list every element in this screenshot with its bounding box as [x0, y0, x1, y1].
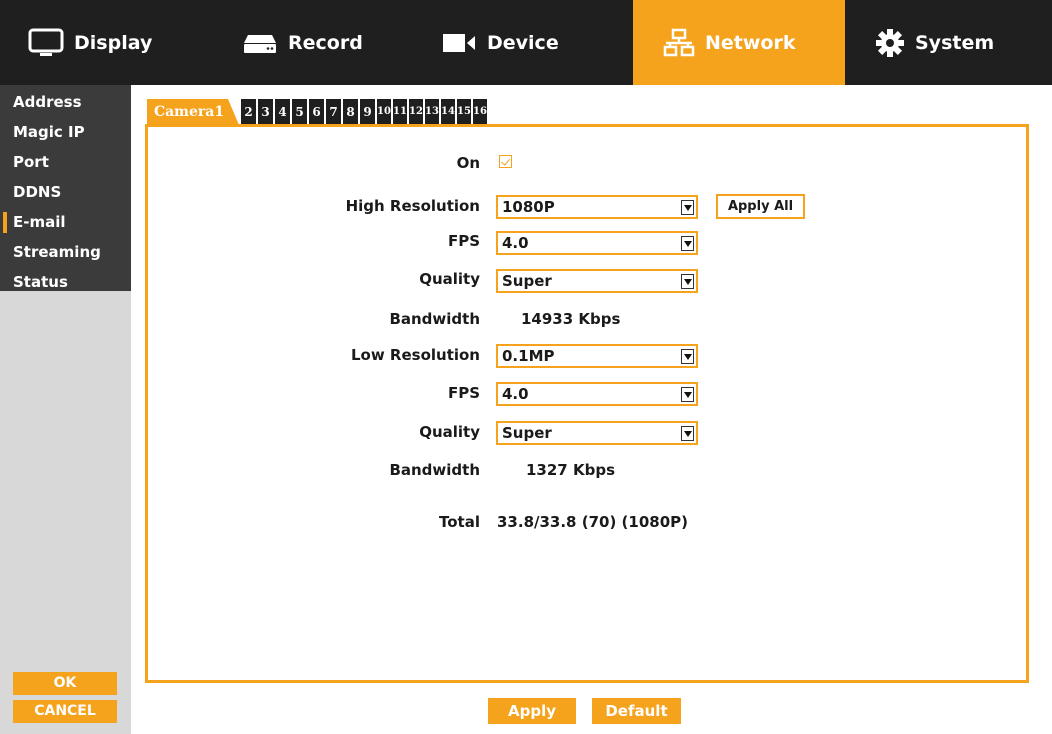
tab-display-label: Display	[74, 31, 153, 54]
high-fps-label: FPS	[447, 232, 480, 250]
sidebar-item-streaming[interactable]: Streaming	[0, 237, 131, 267]
low-fps-select[interactable]: 4.0	[496, 382, 698, 406]
tab-camera-13[interactable]: 13	[425, 99, 439, 125]
high-quality-select[interactable]: Super	[496, 269, 698, 293]
sidebar-item-magic-ip[interactable]: Magic IP	[0, 117, 131, 147]
tab-camera-12[interactable]: 12	[409, 99, 423, 125]
high-quality-value: Super	[502, 272, 552, 290]
tab-record-label: Record	[288, 31, 363, 54]
tab-camera-9[interactable]: 9	[360, 99, 375, 125]
tab-camera-14[interactable]: 14	[441, 99, 455, 125]
tab-camera-5[interactable]: 5	[292, 99, 307, 125]
tab-network[interactable]: Network	[633, 0, 845, 85]
tab-device-label: Device	[487, 31, 559, 54]
sidebar-item-port[interactable]: Port	[0, 147, 131, 177]
sidebar-item-address[interactable]: Address	[0, 87, 131, 117]
apply-button[interactable]: Apply	[488, 698, 576, 724]
low-fps-label: FPS	[447, 384, 480, 402]
camera-icon	[441, 31, 477, 55]
chevron-down-icon	[681, 274, 694, 289]
tab-camera-6[interactable]: 6	[309, 99, 324, 125]
tab-camera-8[interactable]: 8	[343, 99, 358, 125]
total-label: Total	[439, 513, 480, 531]
sidebar: Address Magic IP Port DDNS E-mail Stream…	[0, 85, 131, 291]
cancel-button[interactable]: CANCEL	[13, 700, 117, 723]
camera-tabs: Camera1 2 3 4 5 6 7 8 9 10 11 12 13 14 1…	[147, 98, 489, 125]
gear-icon	[875, 28, 905, 58]
high-fps-select[interactable]: 4.0	[496, 231, 698, 255]
low-bandwidth-label: Bandwidth	[389, 461, 480, 479]
tab-device[interactable]: Device	[421, 0, 633, 85]
sidebar-item-ddns[interactable]: DDNS	[0, 177, 131, 207]
tab-system-label: System	[915, 31, 995, 54]
low-bandwidth-value: 1327 Kbps	[526, 461, 615, 479]
chevron-down-icon	[681, 349, 694, 364]
low-fps-value: 4.0	[502, 385, 529, 403]
tab-record[interactable]: Record	[212, 0, 421, 85]
chevron-down-icon	[681, 200, 694, 215]
high-bandwidth-value: 14933 Kbps	[521, 310, 621, 328]
tab-display[interactable]: Display	[0, 0, 212, 85]
tab-system[interactable]: System	[845, 0, 1052, 85]
dvr-icon	[242, 31, 278, 55]
apply-all-button[interactable]: Apply All	[716, 194, 805, 219]
default-button[interactable]: Default	[592, 698, 681, 724]
chevron-down-icon	[681, 387, 694, 402]
tab-camera-7[interactable]: 7	[326, 99, 341, 125]
tab-camera-3[interactable]: 3	[258, 99, 273, 125]
chevron-down-icon	[681, 236, 694, 251]
low-quality-value: Super	[502, 424, 552, 442]
tab-camera-4[interactable]: 4	[275, 99, 290, 125]
tab-camera-2[interactable]: 2	[241, 99, 256, 125]
network-icon	[663, 28, 695, 58]
tab-camera-11[interactable]: 11	[393, 99, 407, 125]
tab-camera-15[interactable]: 15	[457, 99, 471, 125]
tab-camera-1[interactable]: Camera1	[147, 99, 239, 125]
high-resolution-value: 1080P	[502, 198, 555, 216]
top-nav: Display Record Device Network System	[0, 0, 1052, 85]
high-resolution-select[interactable]: 1080P	[496, 195, 698, 219]
tab-camera-16[interactable]: 16	[473, 99, 487, 125]
tab-camera-10[interactable]: 10	[377, 99, 391, 125]
low-quality-label: Quality	[419, 423, 480, 441]
low-resolution-select[interactable]: 0.1MP	[496, 344, 698, 368]
on-label: On	[456, 154, 480, 172]
total-value: 33.8/33.8 (70) (1080P)	[497, 513, 688, 531]
high-resolution-label: High Resolution	[345, 197, 480, 215]
high-fps-value: 4.0	[502, 234, 529, 252]
high-bandwidth-label: Bandwidth	[389, 310, 480, 328]
monitor-icon	[28, 28, 64, 58]
sidebar-item-email[interactable]: E-mail	[0, 207, 131, 237]
low-quality-select[interactable]: Super	[496, 421, 698, 445]
sidebar-lower-area	[0, 291, 131, 734]
on-checkbox[interactable]	[499, 155, 512, 168]
low-resolution-label: Low Resolution	[350, 346, 480, 364]
high-quality-label: Quality	[419, 270, 480, 288]
low-resolution-value: 0.1MP	[502, 347, 555, 365]
ok-button[interactable]: OK	[13, 672, 117, 695]
tab-network-label: Network	[705, 31, 796, 54]
chevron-down-icon	[681, 426, 694, 441]
